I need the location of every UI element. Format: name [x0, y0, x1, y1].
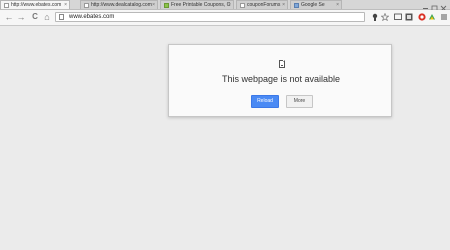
close-icon[interactable]: ×	[64, 1, 67, 9]
forward-button[interactable]: →	[16, 12, 26, 22]
address-bar[interactable]: www.ebates.com	[55, 12, 365, 22]
page-icon	[59, 14, 64, 20]
close-icon[interactable]: ×	[228, 1, 231, 9]
close-icon[interactable]: ×	[282, 1, 285, 9]
tab-label: Free Printable Coupons, C	[171, 2, 231, 8]
drive-extension-icon[interactable]	[428, 13, 436, 21]
red-extension-icon[interactable]	[418, 13, 426, 21]
bookmark-star-icon[interactable]	[381, 13, 389, 21]
page-icon	[4, 3, 9, 8]
reload-page-button[interactable]: Reload	[251, 95, 279, 108]
menu-icon[interactable]	[440, 13, 448, 21]
tab-dealcatalog[interactable]: http://www.dealcatalog.com ×	[80, 0, 158, 9]
tab-label: couponForums	[247, 2, 281, 8]
tab-ebates[interactable]: http://www.ebates.com ×	[0, 0, 70, 9]
window-controls	[422, 0, 448, 12]
screenshot-extension-icon[interactable]	[405, 13, 413, 21]
tab-google-search[interactable]: Google Se ×	[290, 0, 342, 9]
close-icon[interactable]: ×	[336, 1, 339, 9]
tab-label: http://www.ebates.com	[11, 2, 62, 8]
page-icon	[240, 3, 245, 8]
reload-button[interactable]: C	[30, 12, 40, 22]
page-icon	[84, 3, 89, 8]
extension-icon[interactable]	[371, 13, 379, 21]
close-icon[interactable]: ×	[152, 1, 155, 9]
coupon-site-icon	[164, 3, 169, 8]
more-button[interactable]: More	[286, 95, 313, 108]
error-dialog: This webpage is not available Reload Mor…	[168, 44, 392, 117]
address-url: www.ebates.com	[69, 14, 115, 20]
home-button[interactable]: ⌂	[42, 12, 52, 22]
cast-icon[interactable]	[394, 13, 402, 21]
tab-label: http://www.dealcatalog.com	[91, 2, 152, 8]
tab-coupon-forums[interactable]: couponForums ×	[236, 0, 288, 9]
browser-window: http://www.ebates.com × http://www.dealc…	[0, 0, 450, 250]
tab-label: Google Se	[301, 2, 325, 8]
error-title: This webpage is not available	[221, 74, 341, 84]
tab-free-printable-coupons[interactable]: Free Printable Coupons, C ×	[160, 0, 234, 9]
tab-strip: http://www.ebates.com × http://www.dealc…	[0, 0, 450, 12]
toolbar: ← → C ⌂ www.ebates.com	[0, 10, 450, 26]
minimize-icon[interactable]	[423, 8, 428, 9]
google-icon	[294, 3, 299, 8]
back-button[interactable]: ←	[4, 12, 14, 22]
broken-page-icon	[279, 60, 285, 68]
